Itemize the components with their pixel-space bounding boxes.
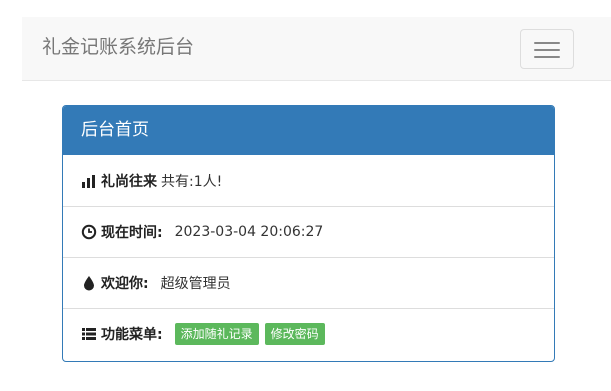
home-panel: 后台首页 礼尚往来 共有:1人! 现在时间: 2023-03-04 20:06:…	[62, 105, 555, 362]
menu-row: 功能菜单: 添加随礼记录 修改密码	[63, 308, 554, 359]
menu-label: 功能菜单:	[101, 327, 163, 343]
stats-label: 礼尚往来	[101, 173, 157, 190]
hamburger-menu-icon	[534, 42, 560, 44]
bar-chart-icon	[82, 174, 95, 188]
welcome-row: 欢迎你: 超级管理员	[63, 257, 554, 308]
hamburger-menu-icon-bar	[534, 49, 560, 51]
stats-row: 礼尚往来 共有:1人!	[63, 155, 554, 206]
welcome-value: 超级管理员	[160, 276, 231, 292]
welcome-label: 欢迎你:	[101, 276, 149, 292]
clock-icon	[81, 224, 97, 240]
navbar-brand[interactable]: 礼金记账系统后台	[42, 35, 194, 59]
list-icon	[82, 328, 96, 340]
stats-value: 共有:1人!	[161, 173, 223, 190]
add-gift-record-button[interactable]: 添加随礼记录	[174, 323, 259, 345]
navbar: 礼金记账系统后台	[22, 17, 611, 81]
tint-icon	[84, 276, 94, 291]
hamburger-menu-icon-bar	[534, 56, 560, 58]
panel-title: 后台首页	[63, 106, 554, 155]
time-label: 现在时间:	[101, 225, 163, 241]
navbar-toggle-button[interactable]	[520, 29, 574, 69]
time-value: 2023-03-04 20:06:27	[174, 224, 324, 240]
change-password-button[interactable]: 修改密码	[264, 323, 325, 345]
time-row: 现在时间: 2023-03-04 20:06:27	[63, 206, 554, 257]
